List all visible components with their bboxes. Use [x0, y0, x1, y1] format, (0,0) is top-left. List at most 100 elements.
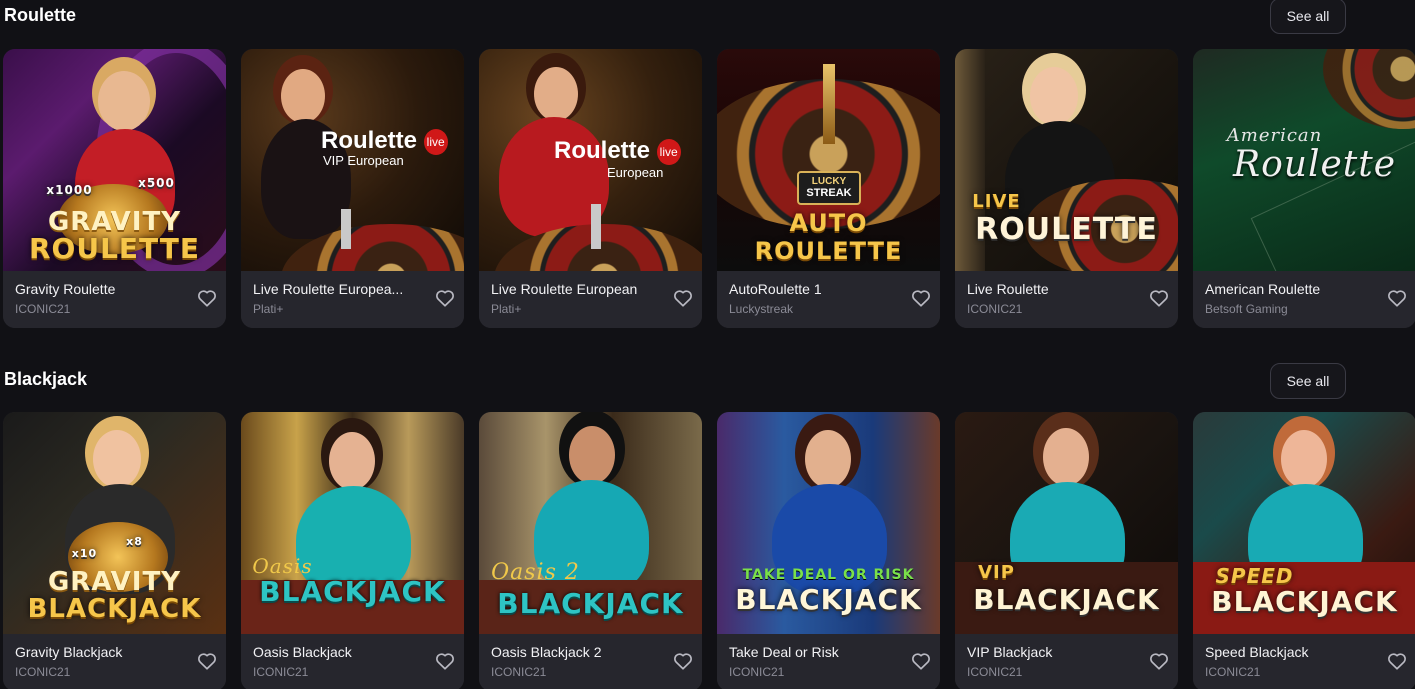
game-info: Speed Blackjack ICONIC21 — [1193, 634, 1415, 689]
game-info: Take Deal or Risk ICONIC21 — [717, 634, 940, 689]
favorite-button[interactable] — [1386, 650, 1408, 672]
game-provider: Plati+ — [491, 302, 522, 316]
game-art-subtitle: ROULETTE — [754, 237, 903, 265]
game-art-title: SPEED — [1215, 564, 1294, 588]
game-info: Gravity Blackjack ICONIC21 — [3, 634, 226, 689]
game-thumbnail[interactable]: LUCKY STREAK AUTO ROULETTE — [717, 49, 940, 271]
heart-outline-icon — [436, 653, 454, 670]
favorite-button[interactable] — [1148, 650, 1170, 672]
game-name: Speed Blackjack — [1205, 644, 1309, 660]
game-card-oasis-blackjack-2[interactable]: Oasis 2 BLACKJACK Oasis Blackjack 2 ICON… — [479, 412, 702, 689]
see-all-blackjack-button[interactable]: See all — [1270, 363, 1346, 399]
game-art-subtitle: BLACKJACK — [735, 583, 922, 616]
game-art-subtitle: BLACKJACK — [1211, 585, 1398, 618]
heart-outline-icon — [1150, 290, 1168, 307]
game-thumbnail[interactable]: Roulette live VIP European — [241, 49, 464, 271]
game-art-subtitle: BLACKJACK — [259, 575, 446, 608]
see-all-roulette-button[interactable]: See all — [1270, 0, 1346, 34]
game-provider: ICONIC21 — [1205, 665, 1261, 679]
game-provider: Plati+ — [253, 302, 284, 316]
favorite-button[interactable] — [910, 650, 932, 672]
game-card-live-roulette-european[interactable]: Roulette live European Live Roulette Eur… — [479, 49, 702, 328]
game-card-gravity-blackjack[interactable]: x10 x8 GRAVITY BLACKJACK Gravity Blackja… — [3, 412, 226, 689]
heart-outline-icon — [1150, 653, 1168, 670]
game-name: Live Roulette — [967, 281, 1049, 297]
game-name: Oasis Blackjack — [253, 644, 352, 660]
game-name: VIP Blackjack — [967, 644, 1053, 660]
game-art-title: Oasis 2 — [491, 560, 580, 585]
game-art-title: Roulette — [321, 127, 417, 154]
favorite-button[interactable] — [1148, 287, 1170, 309]
game-card-live-roulette-vip[interactable]: Roulette live VIP European Live Roulette… — [241, 49, 464, 328]
heart-outline-icon — [912, 290, 930, 307]
game-provider: ICONIC21 — [253, 665, 309, 679]
blackjack-game-list: x10 x8 GRAVITY BLACKJACK Gravity Blackja… — [3, 412, 1415, 689]
game-art-title: VIP — [978, 562, 1015, 583]
game-thumbnail[interactable]: x1000 x500 GRAVITY ROULETTE — [3, 49, 226, 271]
multiplier-badge: x10 — [71, 547, 98, 560]
game-info: Oasis Blackjack 2 ICONIC21 — [479, 634, 702, 689]
game-thumbnail[interactable]: VIP BLACKJACK — [955, 412, 1178, 634]
game-name: Live Roulette Europea... — [253, 281, 404, 297]
game-art-subtitle: European — [607, 165, 664, 180]
game-card-oasis-blackjack[interactable]: Oasis BLACKJACK Oasis Blackjack ICONIC21 — [241, 412, 464, 689]
heart-outline-icon — [198, 653, 216, 670]
favorite-button[interactable] — [434, 287, 456, 309]
game-thumbnail[interactable]: TAKE DEAL OR RISK BLACKJACK — [717, 412, 940, 634]
game-art-title: Oasis — [252, 554, 313, 578]
game-art-title: GRAVITY — [47, 567, 182, 597]
game-art-subtitle: Roulette — [1232, 144, 1397, 185]
favorite-button[interactable] — [196, 287, 218, 309]
heart-outline-icon — [198, 290, 216, 307]
game-info: VIP Blackjack ICONIC21 — [955, 634, 1178, 689]
game-card-vip-blackjack[interactable]: VIP BLACKJACK VIP Blackjack ICONIC21 — [955, 412, 1178, 689]
game-card-american-roulette[interactable]: American Roulette American Roulette Bets… — [1193, 49, 1415, 328]
game-info: Live Roulette Europea... Plati+ — [241, 271, 464, 328]
game-art-subtitle: ROULETTE — [975, 212, 1158, 247]
game-art-subtitle: BLACKJACK — [497, 587, 684, 620]
favorite-button[interactable] — [1386, 287, 1408, 309]
game-art-badge: STREAK — [806, 187, 852, 199]
roulette-game-list: x1000 x500 GRAVITY ROULETTE Gravity Roul… — [3, 49, 1415, 328]
live-badge: live — [423, 128, 448, 155]
game-art-badge: LUCKY — [811, 176, 847, 187]
game-card-live-roulette[interactable]: LIVE ROULETTE Live Roulette ICONIC21 — [955, 49, 1178, 328]
heart-outline-icon — [436, 290, 454, 307]
game-info: Gravity Roulette ICONIC21 — [3, 271, 226, 328]
multiplier-badge: x8 — [126, 535, 143, 548]
game-card-speed-blackjack[interactable]: SPEED BLACKJACK Speed Blackjack ICONIC21 — [1193, 412, 1415, 689]
game-art-subtitle: ROULETTE — [28, 232, 201, 265]
game-thumbnail[interactable]: x10 x8 GRAVITY BLACKJACK — [3, 412, 226, 634]
game-thumbnail[interactable]: Roulette live European — [479, 49, 702, 271]
game-thumbnail[interactable]: Oasis BLACKJACK — [241, 412, 464, 634]
game-card-autoroulette[interactable]: LUCKY STREAK AUTO ROULETTE AutoRoulette … — [717, 49, 940, 328]
game-info: Live Roulette ICONIC21 — [955, 271, 1178, 328]
game-thumbnail[interactable]: LIVE ROULETTE — [955, 49, 1178, 271]
game-card-gravity-roulette[interactable]: x1000 x500 GRAVITY ROULETTE Gravity Roul… — [3, 49, 226, 328]
game-name: Gravity Roulette — [15, 281, 116, 297]
game-provider: ICONIC21 — [967, 302, 1023, 316]
favorite-button[interactable] — [434, 650, 456, 672]
game-thumbnail[interactable]: American Roulette — [1193, 49, 1415, 271]
favorite-button[interactable] — [672, 287, 694, 309]
game-provider: Luckystreak — [729, 302, 794, 316]
game-thumbnail[interactable]: Oasis 2 BLACKJACK — [479, 412, 702, 634]
game-info: American Roulette Betsoft Gaming — [1193, 271, 1415, 328]
heart-outline-icon — [674, 653, 692, 670]
game-provider: ICONIC21 — [491, 665, 547, 679]
favorite-button[interactable] — [910, 287, 932, 309]
multiplier-badge: x500 — [138, 176, 175, 190]
game-art-title: LIVE — [972, 191, 1021, 212]
game-info: AutoRoulette 1 Luckystreak — [717, 271, 940, 328]
live-badge: live — [656, 138, 681, 165]
game-art-subtitle: BLACKJACK — [973, 583, 1160, 616]
heart-outline-icon — [674, 290, 692, 307]
game-art-title: AUTO — [789, 209, 868, 237]
game-name: Take Deal or Risk — [729, 644, 839, 660]
game-art-subtitle: VIP European — [323, 153, 404, 168]
favorite-button[interactable] — [672, 650, 694, 672]
game-name: Gravity Blackjack — [15, 644, 123, 660]
favorite-button[interactable] — [196, 650, 218, 672]
game-card-take-deal-or-risk[interactable]: TAKE DEAL OR RISK BLACKJACK Take Deal or… — [717, 412, 940, 689]
game-thumbnail[interactable]: SPEED BLACKJACK — [1193, 412, 1415, 634]
